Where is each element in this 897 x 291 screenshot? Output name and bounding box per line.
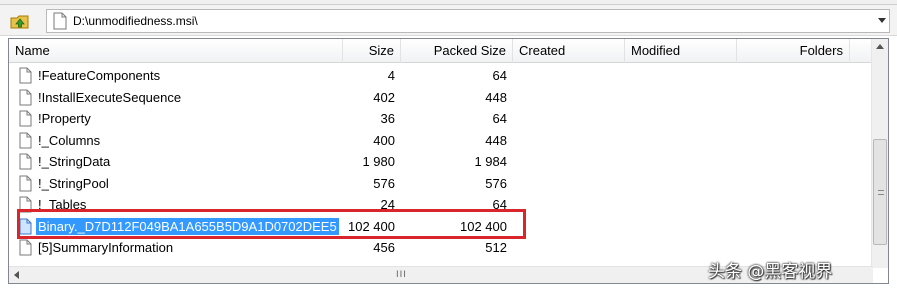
- row-size: 456: [373, 240, 395, 255]
- row-name: !InstallExecuteSequence: [38, 89, 182, 105]
- file-icon: [19, 132, 32, 148]
- row-size: 400: [373, 132, 395, 148]
- horizontal-scroll-grip[interactable]: III: [396, 270, 407, 280]
- column-modified[interactable]: Modified: [625, 39, 737, 63]
- file-icon: [19, 175, 32, 191]
- vertical-scrollbar[interactable]: [871, 39, 888, 268]
- table-row-selected[interactable]: Binary._D7D112F049BA1A655B5D9A1D0702DEE5…: [9, 216, 873, 238]
- file-list: Name Size Packed Size Created Modified F…: [8, 38, 889, 284]
- folder-up-button[interactable]: [8, 11, 32, 31]
- table-row[interactable]: !Property 36 64: [9, 108, 873, 130]
- row-packed-size: 102 400: [460, 218, 507, 234]
- row-name: !_StringPool: [38, 175, 109, 191]
- file-icon: [19, 67, 32, 84]
- row-size: 576: [373, 175, 395, 191]
- table-row[interactable]: !_Columns 400 448: [9, 130, 873, 152]
- address-bar: D:\unmodifiedness.msi\: [0, 5, 897, 36]
- table-row[interactable]: !_Tables 24 64: [9, 194, 873, 216]
- column-size[interactable]: Size: [343, 39, 401, 63]
- file-icon: [19, 110, 32, 127]
- table-row[interactable]: [5]SummaryInformation 456 512: [9, 237, 873, 259]
- file-icon: [19, 153, 32, 170]
- row-name: !Property: [38, 111, 91, 126]
- scroll-up-arrow-icon[interactable]: [876, 44, 884, 49]
- table-row[interactable]: !InstallExecuteSequence 402 448: [9, 87, 873, 109]
- file-icon: [19, 218, 32, 234]
- scroll-left-arrow-icon[interactable]: [14, 271, 19, 279]
- watermark: 头条 @黑客视界: [708, 262, 833, 282]
- row-size: 36: [380, 111, 395, 126]
- row-size: 102 400: [348, 218, 395, 234]
- file-icon: [19, 196, 32, 213]
- row-packed-size: 64: [492, 68, 507, 83]
- grip-icon: [878, 190, 884, 195]
- row-size: 4: [387, 68, 395, 83]
- table-row[interactable]: !FeatureComponents 4 64: [9, 65, 873, 87]
- file-icon: [19, 239, 32, 256]
- row-packed-size: 64: [492, 111, 507, 126]
- row-packed-size: 1 984: [474, 154, 507, 169]
- column-created[interactable]: Created: [513, 39, 625, 63]
- row-packed-size: 448: [485, 89, 507, 105]
- column-packed-size[interactable]: Packed Size: [401, 39, 513, 63]
- path-text: D:\unmodifiedness.msi\: [73, 14, 198, 28]
- row-name: Binary._D7D112F049BA1A655B5D9A1D0702DEE5: [36, 217, 339, 235]
- column-header: Name Size Packed Size Created Modified F…: [9, 39, 873, 63]
- column-folders[interactable]: Folders: [737, 39, 850, 63]
- dropdown-arrow-icon[interactable]: [878, 18, 886, 23]
- folder-up-icon: [10, 15, 29, 29]
- row-packed-size: 64: [492, 197, 507, 212]
- column-name[interactable]: Name: [9, 39, 343, 63]
- row-packed-size: 512: [485, 240, 507, 255]
- row-name: !FeatureComponents: [38, 68, 161, 83]
- rows-container: !FeatureComponents 4 64 !InstallExecuteS…: [9, 65, 873, 259]
- path-combobox[interactable]: D:\unmodifiedness.msi\: [46, 9, 890, 33]
- row-name: [5]SummaryInformation: [38, 240, 174, 255]
- row-size: 24: [380, 197, 395, 212]
- row-packed-size: 576: [485, 175, 507, 191]
- file-icon: [19, 89, 32, 105]
- table-row[interactable]: !_StringData 1 980 1 984: [9, 151, 873, 173]
- file-icon: [53, 12, 67, 30]
- row-name: !_Columns: [38, 132, 101, 148]
- row-packed-size: 448: [485, 132, 507, 148]
- row-name: !_Tables: [38, 197, 87, 212]
- table-row[interactable]: !_StringPool 576 576: [9, 173, 873, 195]
- vertical-scroll-thumb[interactable]: [873, 139, 887, 245]
- row-size: 1 980: [362, 154, 395, 169]
- row-name: !_StringData: [38, 154, 111, 169]
- row-size: 402: [373, 89, 395, 105]
